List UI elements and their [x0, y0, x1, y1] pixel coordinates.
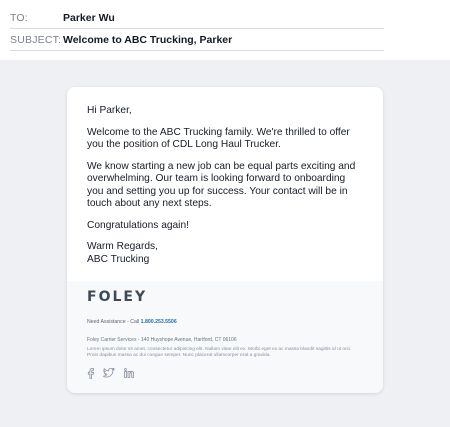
phone-link[interactable]: 1.800.253.5506 [141, 319, 177, 325]
paragraph-welcome: Welcome to the ABC Trucking family. We'r… [87, 126, 350, 151]
paragraph-onboarding: We know starting a new job can be equal … [87, 160, 356, 210]
linkedin-icon[interactable] [124, 368, 134, 379]
closing: Warm Regards, [87, 241, 158, 252]
email-header: TO: Parker Wu SUBJECT: Welcome to ABC Tr… [0, 0, 450, 60]
email-footer: FOLEY Need Assistance - Call 1.800.253.5… [67, 281, 383, 393]
greeting: Hi Parker, [87, 105, 132, 116]
footer-disclaimer: Lorem ipsum dolor sit amet, consectetur … [87, 347, 352, 359]
subject-label: SUBJECT: [10, 34, 62, 46]
assistance-line: Need Assistance - Call 1.800.253.5506 [87, 319, 363, 325]
to-label: TO: [10, 12, 28, 24]
logo-text: FOLEY [87, 289, 148, 305]
signature: ABC Trucking [87, 253, 150, 265]
subject-field[interactable]: Welcome to ABC Trucking, Parker [63, 34, 232, 46]
twitter-icon[interactable] [103, 368, 115, 378]
email-body: Hi Parker, Welcome to the ABC Trucking f… [67, 87, 383, 266]
email-preview-card: Hi Parker, Welcome to the ABC Trucking f… [67, 87, 383, 393]
company-address: Foley Carrier Services - 140 Huyshope Av… [87, 337, 237, 343]
to-row: TO: Parker Wu [10, 8, 384, 29]
subject-row: SUBJECT: Welcome to ABC Trucking, Parker [10, 30, 384, 51]
facebook-icon[interactable] [87, 367, 94, 379]
paragraph-congrats: Congratulations again! [87, 219, 189, 231]
to-field[interactable]: Parker Wu [63, 12, 115, 24]
foley-logo: FOLEY [87, 289, 363, 305]
social-links [87, 367, 363, 379]
assistance-label: Need Assistance - Call [87, 319, 141, 325]
